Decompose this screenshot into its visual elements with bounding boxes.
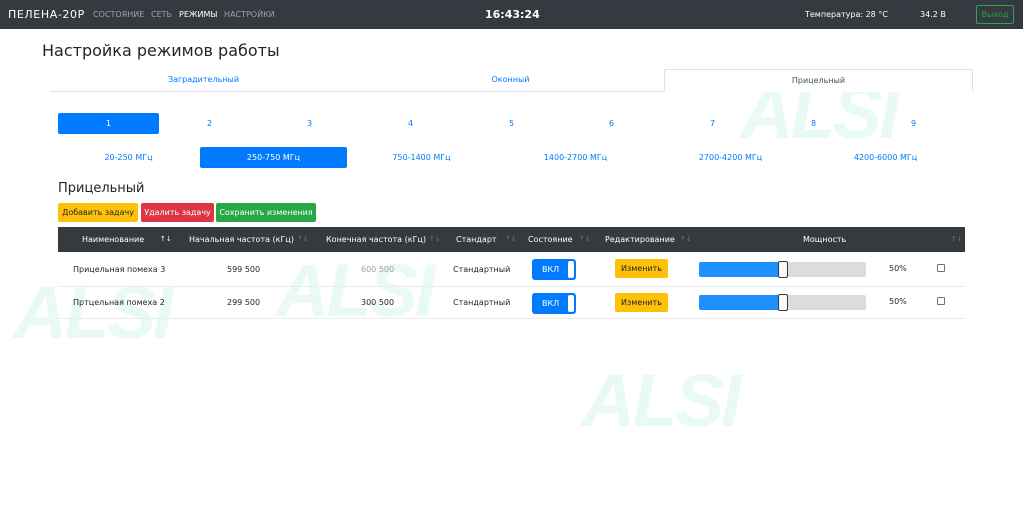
column-header-state[interactable]: Состояние	[528, 227, 573, 252]
row-divider	[58, 318, 965, 319]
power-slider-thumb[interactable]	[778, 261, 788, 278]
section-title: Прицельный	[58, 181, 145, 196]
logout-button[interactable]: Выход	[976, 5, 1014, 24]
state-toggle[interactable]: ВКЛ	[532, 293, 576, 314]
column-header-start-freq[interactable]: Начальная частота (кГц)	[189, 227, 294, 252]
watermark-logo: ALSI	[276, 249, 436, 332]
power-slider-thumb[interactable]	[778, 294, 788, 311]
nav-link-status[interactable]: СОСТОЯНИЕ	[93, 10, 144, 19]
number-pill-6[interactable]: 6	[561, 113, 662, 134]
number-pill-4[interactable]: 4	[360, 113, 461, 134]
row-start-freq: 299 500	[227, 298, 261, 307]
save-changes-button[interactable]: Сохранить изменения	[216, 203, 316, 222]
power-slider[interactable]	[699, 261, 866, 278]
state-toggle-label: ВКЛ	[542, 265, 560, 274]
sort-icon[interactable]: ↑↓	[429, 227, 441, 252]
watermark-logo: ALSI	[582, 359, 742, 442]
number-pill-1[interactable]: 1	[58, 113, 159, 134]
column-header-end-freq[interactable]: Конечная частота (кГц)	[326, 227, 426, 252]
toggle-knob	[568, 261, 574, 278]
top-navbar: ПЕЛЕНА-20Р СОСТОЯНИЕ СЕТЬ РЕЖИМЫ НАСТРОЙ…	[0, 0, 1023, 29]
number-pill-7[interactable]: 7	[662, 113, 763, 134]
number-pill-2[interactable]: 2	[159, 113, 260, 134]
row-name: Прицельная помеха 3	[73, 265, 166, 274]
freq-pill-2700-4200[interactable]: 2700-4200 МГц	[657, 147, 804, 168]
state-toggle-label: ВКЛ	[542, 299, 560, 308]
sort-icon[interactable]: ↑↓	[160, 227, 172, 252]
row-divider	[58, 286, 965, 287]
row-standard: Стандартный	[453, 298, 511, 307]
table-header: Наименование ↑↓ Начальная частота (кГц) …	[58, 227, 965, 252]
row-end-freq: 600 500	[361, 265, 395, 274]
power-slider-fill	[699, 262, 783, 277]
tab-targeted[interactable]: Прицельный	[664, 69, 973, 92]
row-name: Пртцельная помеха 2	[73, 298, 165, 307]
number-pill-8[interactable]: 8	[763, 113, 864, 134]
number-pill-5[interactable]: 5	[461, 113, 562, 134]
power-value: 50%	[889, 297, 907, 306]
clock: 16:43:24	[485, 8, 540, 21]
column-header-name[interactable]: Наименование	[82, 227, 144, 252]
power-value: 50%	[889, 264, 907, 273]
number-pill-9[interactable]: 9	[863, 113, 964, 134]
freq-pill-4200-6000[interactable]: 4200-6000 МГц	[812, 147, 959, 168]
toggle-knob	[568, 295, 574, 312]
sort-icon[interactable]: ↑↓	[505, 227, 517, 252]
row-start-freq: 599 500	[227, 265, 261, 274]
row-checkbox[interactable]	[937, 297, 945, 305]
column-header-edit[interactable]: Редактирование	[605, 227, 675, 252]
sort-icon[interactable]: ↑↓	[297, 227, 309, 252]
voltage-readout: 34.2 В	[920, 10, 946, 19]
freq-pill-250-750[interactable]: 250-750 МГц	[200, 147, 347, 168]
tab-window[interactable]: Оконный	[357, 69, 664, 92]
add-task-button[interactable]: Добавить задачу	[58, 203, 138, 222]
power-slider-fill	[699, 295, 783, 310]
power-slider[interactable]	[699, 294, 866, 311]
temperature-readout: Температура: 28 °C	[805, 10, 888, 19]
edit-button[interactable]: Изменить	[615, 293, 668, 312]
sort-icon[interactable]: ↑↓	[951, 227, 963, 252]
nav-link-settings[interactable]: НАСТРОЙКИ	[224, 10, 275, 19]
sort-icon[interactable]: ↑↓	[579, 227, 591, 252]
freq-pill-20-250[interactable]: 20-250 МГц	[55, 147, 202, 168]
row-standard: Стандартный	[453, 265, 511, 274]
column-header-power[interactable]: Мощность	[803, 227, 846, 252]
sort-icon[interactable]: ↑↓	[680, 227, 692, 252]
delete-task-button[interactable]: Удалить задачу	[141, 203, 214, 222]
freq-pill-1400-2700[interactable]: 1400-2700 МГц	[502, 147, 649, 168]
freq-pill-750-1400[interactable]: 750-1400 МГц	[348, 147, 495, 168]
nav-link-network[interactable]: СЕТЬ	[151, 10, 172, 19]
page-title: Настройка режимов работы	[42, 41, 280, 60]
state-toggle[interactable]: ВКЛ	[532, 259, 576, 280]
edit-button[interactable]: Изменить	[615, 259, 668, 278]
row-end-freq: 300 500	[361, 298, 395, 307]
brand-logo: ПЕЛЕНА-20Р	[8, 8, 85, 21]
tab-barrage[interactable]: Заградительный	[50, 69, 357, 92]
number-pill-3[interactable]: 3	[259, 113, 360, 134]
nav-link-modes[interactable]: РЕЖИМЫ	[179, 10, 217, 19]
row-checkbox[interactable]	[937, 264, 945, 272]
watermark-logo: ALSI	[14, 271, 174, 354]
column-header-standard[interactable]: Стандарт	[456, 227, 497, 252]
